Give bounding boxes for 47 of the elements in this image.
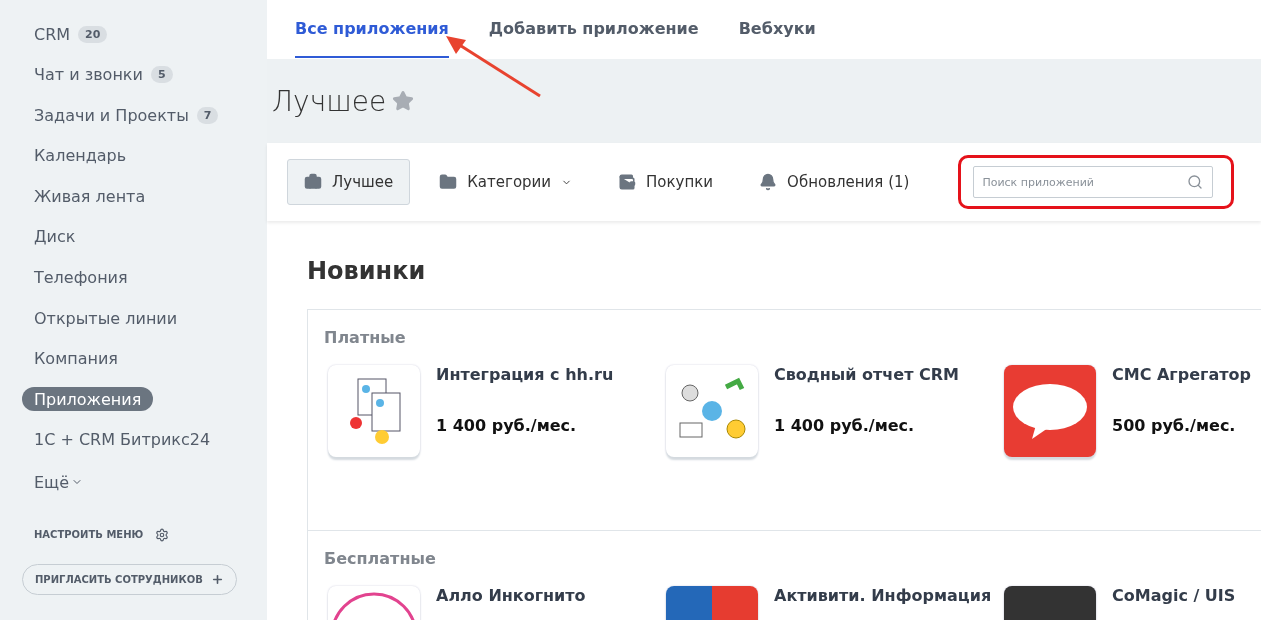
sidebar-item[interactable]: Приложения — [22, 387, 154, 412]
sidebar-item[interactable]: Телефония — [22, 265, 140, 290]
app-name[interactable]: СМС Агрегатор — [1112, 365, 1251, 384]
app-name[interactable]: Алло Инкогнито — [436, 586, 586, 605]
settings-icon[interactable] — [155, 527, 170, 542]
app-name[interactable]: Интеграция с hh.ru — [436, 365, 614, 384]
app-price: 1 400 руб./мес. — [774, 416, 916, 435]
toolbar-button[interactable]: Категории — [422, 159, 590, 205]
sidebar-item[interactable]: Задачи и Проекты 7 — [22, 103, 231, 128]
plus-icon — [210, 572, 224, 586]
counter-badge: 7 — [196, 106, 219, 124]
toolbar-button[interactable]: Обновления (1) — [742, 159, 927, 205]
sidebar-item[interactable]: CRM 20 — [22, 22, 120, 46]
more-menu[interactable]: Ещё — [22, 472, 267, 492]
briefcase-icon — [304, 173, 322, 191]
counter-badge: 5 — [150, 66, 173, 84]
group-title: Бесплатные — [324, 549, 437, 568]
speech-bubble-icon — [1004, 365, 1096, 457]
sidebar-item[interactable]: 1С + CRM Битрикс24 — [22, 427, 223, 452]
section-heading: Новинки — [307, 257, 427, 285]
sidebar-item[interactable]: Диск — [22, 224, 88, 249]
sidebar-item[interactable]: Чат и звонки 5 — [22, 62, 185, 87]
bell-icon — [759, 173, 778, 191]
cycle-diagram-icon — [666, 365, 758, 457]
configure-menu-link[interactable]: НАСТРОИТЬ МЕНЮ — [34, 529, 144, 541]
toolbar-button[interactable]: Покупки — [601, 159, 731, 205]
sidebar-item[interactable]: Живая лента — [22, 184, 158, 209]
sidebar-item[interactable]: Открытые линии — [22, 306, 190, 331]
sidebar-item[interactable]: Компания — [22, 346, 130, 371]
app-name[interactable]: Сводный отчет CRM — [774, 365, 959, 384]
app-price: 1 400 руб./мес. — [436, 416, 578, 435]
toolbar-button[interactable]: Лучшее — [287, 159, 411, 205]
page-title: Лучшее — [272, 84, 387, 118]
sidebar-item[interactable]: Календарь — [22, 143, 139, 168]
counter-badge: 20 — [78, 25, 108, 43]
documents-app-icon — [328, 365, 420, 457]
group-title: Платные — [324, 328, 407, 347]
star-icon[interactable] — [392, 90, 415, 112]
tab[interactable]: Вебхуки — [738, 0, 816, 58]
tab[interactable]: Добавить приложение — [488, 0, 699, 58]
app-price: 500 руб./мес. — [1112, 416, 1237, 435]
app-name[interactable]: CoMagic / UIS — [1112, 586, 1236, 605]
search-field[interactable]: Поиск приложений — [973, 166, 1214, 198]
wallet-icon — [618, 173, 637, 191]
app-name[interactable]: Активити. Информация — [774, 586, 992, 605]
folder-icon — [439, 173, 458, 191]
search-icon[interactable] — [1187, 174, 1204, 190]
